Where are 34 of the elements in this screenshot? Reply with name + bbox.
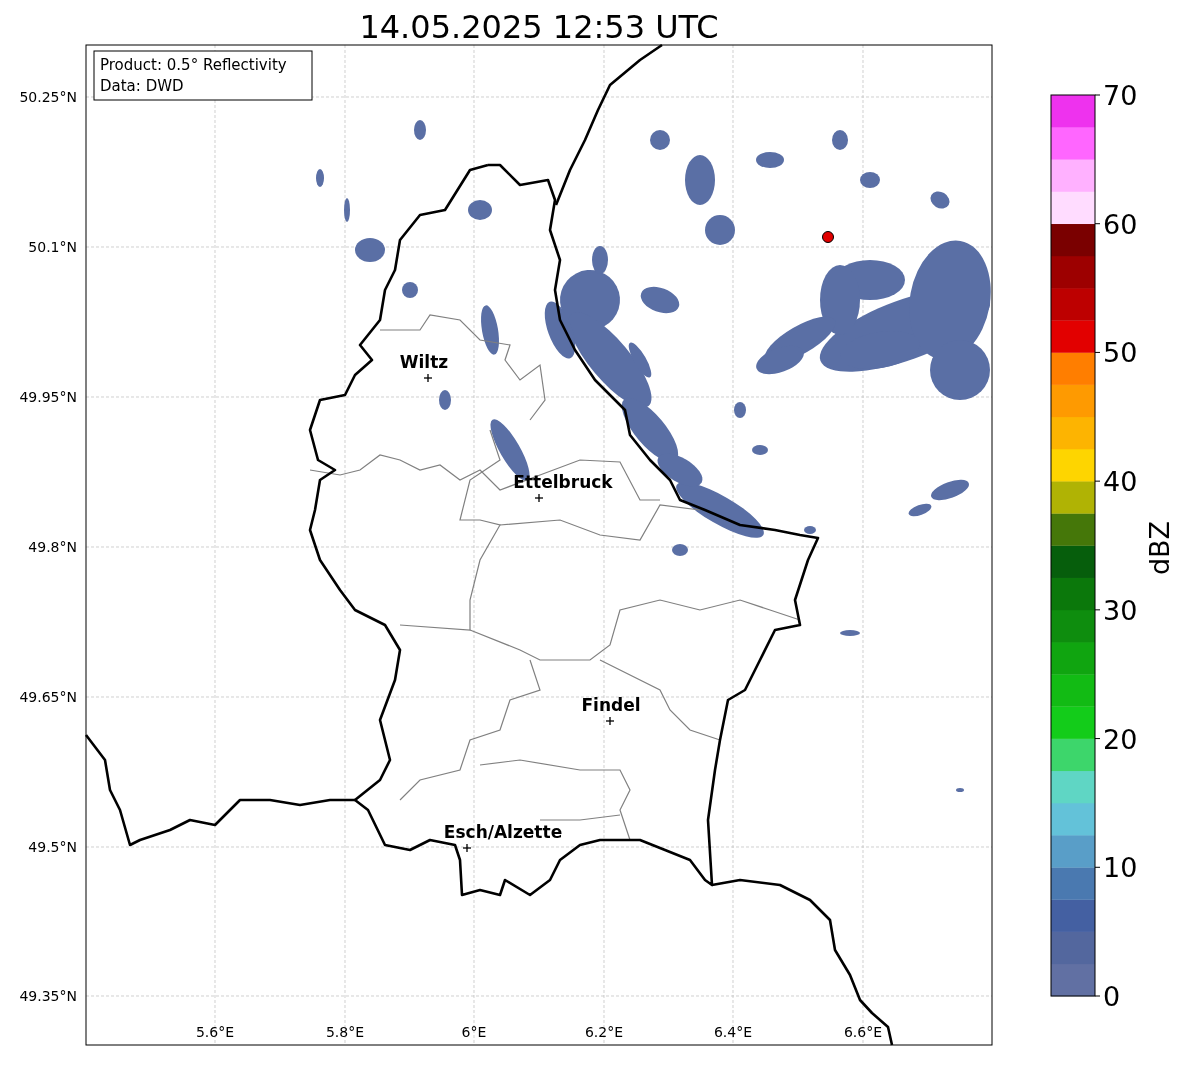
city-label: Findel: [581, 695, 641, 715]
longitude-label: 6.2°E: [584, 1024, 624, 1040]
city-marker: [423, 373, 433, 383]
city-label: Esch/Alzette: [443, 822, 563, 842]
latitude-label: 49.65°N: [19, 689, 77, 705]
info-text: Product: 0.5° Reflectivity: [100, 56, 287, 74]
longitude-label: 6.4°E: [713, 1024, 753, 1040]
city-marker: [534, 493, 544, 503]
colorbar-label: dBZ: [1144, 520, 1175, 576]
latitude-label: 49.95°N: [19, 389, 77, 405]
radar-site-marker: [822, 231, 834, 243]
colorbar-tick-label: 30: [1103, 594, 1138, 626]
info-text: Data: DWD: [100, 77, 184, 95]
latitude-label: 50.1°N: [28, 239, 77, 255]
longitude-label: 5.8°E: [325, 1024, 365, 1040]
colorbar-tick-label: 10: [1103, 852, 1138, 884]
colorbar-tick-label: 0: [1103, 981, 1121, 1012]
longitude-label: 6°E: [461, 1024, 487, 1040]
latitude-label: 49.5°N: [28, 839, 77, 855]
latitude-label: 49.8°N: [28, 539, 77, 555]
longitude-label: 6.6°E: [843, 1024, 883, 1040]
city-marker: [462, 843, 472, 853]
longitude-label: 5.6°E: [195, 1024, 235, 1040]
colorbar-tick-label: 20: [1103, 723, 1138, 755]
latitude-label: 49.35°N: [19, 988, 77, 1004]
city-label: Ettelbruck: [513, 472, 613, 492]
city-label: Wiltz: [399, 352, 449, 372]
latitude-label: 50.25°N: [19, 89, 77, 105]
colorbar-tick-label: 40: [1103, 466, 1138, 498]
colorbar-tick-label: 50: [1103, 337, 1138, 369]
figure-title: 14.05.2025 12:53 UTC: [359, 8, 719, 46]
colorbar-tick-label: 60: [1103, 208, 1138, 240]
city-marker: [605, 716, 615, 726]
colorbar-tick-label: 70: [1103, 80, 1138, 111]
